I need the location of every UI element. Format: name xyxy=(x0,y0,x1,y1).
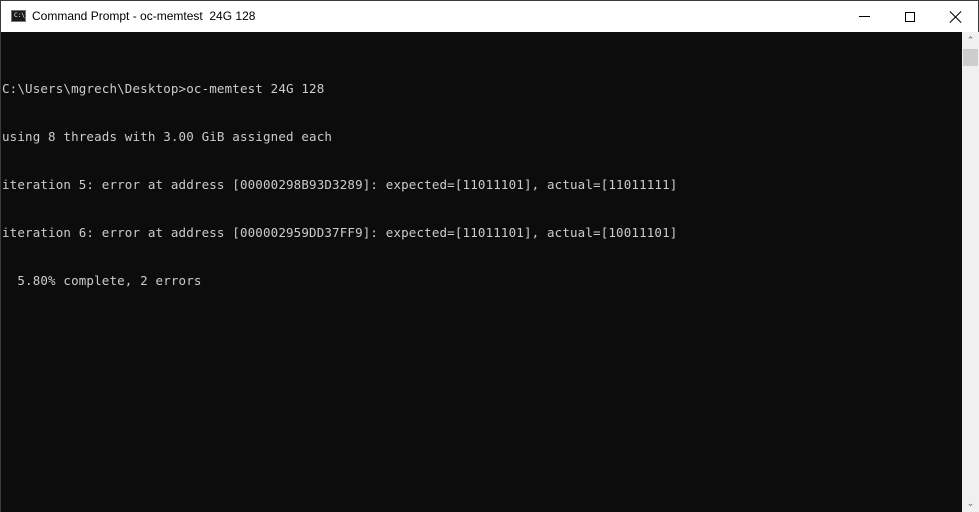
console-line-progress: 5.80% complete, 2 errors xyxy=(2,273,202,288)
scrollbar-thumb[interactable] xyxy=(963,49,978,66)
title-bar[interactable]: C:\_ Command Prompt - oc-memtest 24G 128 xyxy=(1,1,978,32)
console-output[interactable]: C:\Users\mgrech\Desktop>oc-memtest 24G 1… xyxy=(1,32,962,512)
console-lines: C:\Users\mgrech\Desktop>oc-memtest 24G 1… xyxy=(2,49,677,321)
command-prompt-window: C:\_ Command Prompt - oc-memtest 24G 128… xyxy=(0,0,979,512)
cmd-icon[interactable]: C:\_ xyxy=(11,10,29,22)
maximize-icon xyxy=(905,11,915,22)
scroll-up-button[interactable]: ⌃ xyxy=(962,32,979,49)
chevron-up-icon: ⌃ xyxy=(966,35,975,45)
console-line-error: iteration 5: error at address [00000298B… xyxy=(2,177,678,192)
vertical-scrollbar[interactable]: ⌃ ⌄ xyxy=(962,32,979,512)
console-line-threads: using 8 threads with 3.00 GiB assigned e… xyxy=(2,129,333,144)
console-line-command: C:\Users\mgrech\Desktop>oc-memtest 24G 1… xyxy=(2,81,325,96)
window-title: Command Prompt - oc-memtest 24G 128 xyxy=(32,9,256,23)
maximize-button[interactable] xyxy=(887,1,933,32)
close-icon xyxy=(950,11,962,23)
scroll-down-button[interactable]: ⌄ xyxy=(962,495,979,512)
minimize-icon xyxy=(858,16,870,17)
chevron-down-icon: ⌄ xyxy=(966,498,975,508)
minimize-button[interactable] xyxy=(841,1,887,32)
console-line-error: iteration 6: error at address [000002959… xyxy=(2,225,678,240)
cmd-icon-text: C:\_ xyxy=(14,12,29,19)
close-button[interactable] xyxy=(933,1,979,32)
